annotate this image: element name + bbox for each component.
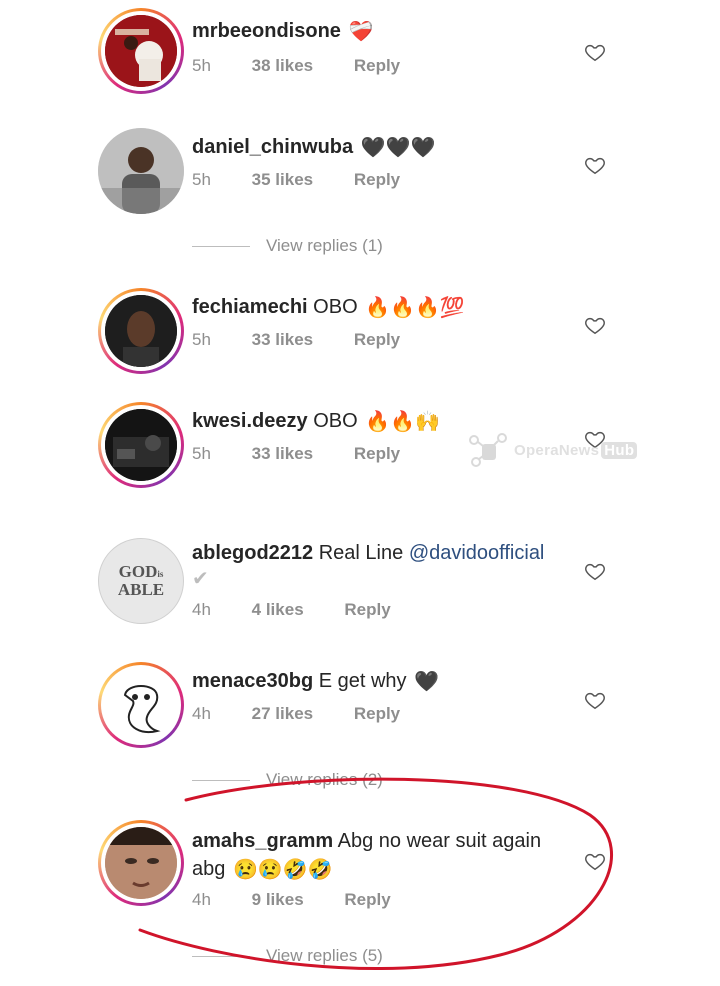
username[interactable]: amahs_gramm [192,830,333,852]
heart-icon[interactable] [584,689,606,711]
likes-count[interactable]: 33 likes [252,444,313,463]
username[interactable]: ablegod2212 [192,542,313,564]
likes-count[interactable]: 27 likes [252,704,313,723]
avatar[interactable] [98,820,184,906]
comment-time: 5h [192,444,211,463]
comment-meta: 4h 9 likes Reply [192,890,427,910]
avatar-image [105,409,177,481]
emoji: 🔥🔥🙌 [365,410,440,433]
emoji: 🔥🔥🔥💯 [365,296,465,319]
watermark-hub: Hub [601,441,638,459]
comment-text: fechiamechi OBO 🔥🔥🔥💯 [192,294,465,321]
view-replies-label: View replies (5) [266,946,383,965]
divider [192,780,250,782]
comment-text: kwesi.deezy OBO 🔥🔥🙌 [192,408,440,435]
heart-icon[interactable] [584,41,606,63]
avatar[interactable] [98,402,184,488]
comment-time: 4h [192,704,211,723]
emoji: 😢😢🤣🤣 [232,858,333,881]
avatar-text: GOD [118,562,158,581]
watermark-logo-icon [469,433,507,467]
comment-text: mrbeeondisone ❤️‍🩹 [192,18,373,45]
avatar-image [105,669,177,741]
avatar[interactable]: GODis ABLE [98,538,184,624]
view-replies-button[interactable]: View replies (2) [192,770,383,790]
username[interactable]: mrbeeondisone [192,20,341,42]
username[interactable]: daniel_chinwuba [192,136,353,158]
reply-button[interactable]: Reply [344,600,390,619]
avatar-image [105,295,177,367]
likes-count[interactable]: 38 likes [252,56,313,75]
username[interactable]: fechiamechi [192,296,308,318]
emoji: ❤️‍🩹 [348,20,374,43]
view-replies-button[interactable]: View replies (5) [192,946,383,966]
comment-meta: 5h 33 likes Reply [192,330,436,350]
comment-time: 5h [192,170,211,189]
reply-button[interactable]: Reply [354,444,400,463]
reply-button[interactable]: Reply [354,704,400,723]
watermark-text: OperaNews [514,441,600,459]
likes-count[interactable]: 9 likes [252,890,304,909]
comment-time: 5h [192,330,211,349]
reply-button[interactable]: Reply [354,56,400,75]
comment-text: menace30bg E get why 🖤 [192,668,439,695]
avatar-text: ABLE [117,580,165,599]
comment-body: OBO [313,296,358,318]
view-replies-label: View replies (2) [266,770,383,789]
watermark: OperaNews Hub [466,430,638,470]
avatar[interactable] [98,662,184,748]
emoji: 🖤 [414,670,440,693]
comment-meta: 5h 38 likes Reply [192,56,436,76]
view-replies-button[interactable]: View replies (1) [192,236,383,256]
comment-meta: 4h 27 likes Reply [192,704,436,724]
comment-text: amahs_gramm Abg no wear suit again [192,828,541,854]
comment-time: 4h [192,890,211,909]
comment-body: abg [192,858,226,880]
likes-count[interactable]: 4 likes [252,600,304,619]
avatar-image [98,128,184,214]
comment-meta: 5h 35 likes Reply [192,170,436,190]
reply-button[interactable]: Reply [344,890,390,909]
comment-time: 5h [192,56,211,75]
heart-icon[interactable] [584,560,606,582]
username[interactable]: kwesi.deezy [192,410,308,432]
avatar[interactable] [98,128,184,214]
heart-icon[interactable] [584,314,606,336]
heart-icon[interactable] [584,850,606,872]
comment-time: 4h [192,600,211,619]
heart-icon[interactable] [584,154,606,176]
divider [192,956,250,958]
comment-text-line2: abg 😢😢🤣🤣 [192,856,333,883]
avatar[interactable] [98,8,184,94]
emoji: 🖤🖤🖤 [360,136,436,159]
comment-body: E get why [318,670,407,692]
mention-link[interactable]: @davidoofficial [409,542,545,564]
comment-meta: 5h 33 likes Reply [192,444,436,464]
username[interactable]: menace30bg [192,670,313,692]
comment-body: Abg no wear suit again [337,830,542,852]
avatar[interactable] [98,288,184,374]
divider [192,246,250,248]
comment-text-line2: ✔ [192,568,209,590]
likes-count[interactable]: 35 likes [252,170,313,189]
reply-button[interactable]: Reply [354,330,400,349]
avatar-image [105,827,177,899]
view-replies-label: View replies (1) [266,236,383,255]
likes-count[interactable]: 33 likes [252,330,313,349]
avatar-text: is [157,569,164,579]
reply-button[interactable]: Reply [354,170,400,189]
avatar-image [105,15,177,87]
comment-body: Real Line [318,542,404,564]
comment-text: daniel_chinwuba 🖤🖤🖤 [192,134,435,161]
comment-text: ablegod2212 Real Line @davidoofficial [192,540,544,566]
comment-body: OBO [313,410,358,432]
comment-meta: 4h 4 likes Reply [192,600,427,620]
